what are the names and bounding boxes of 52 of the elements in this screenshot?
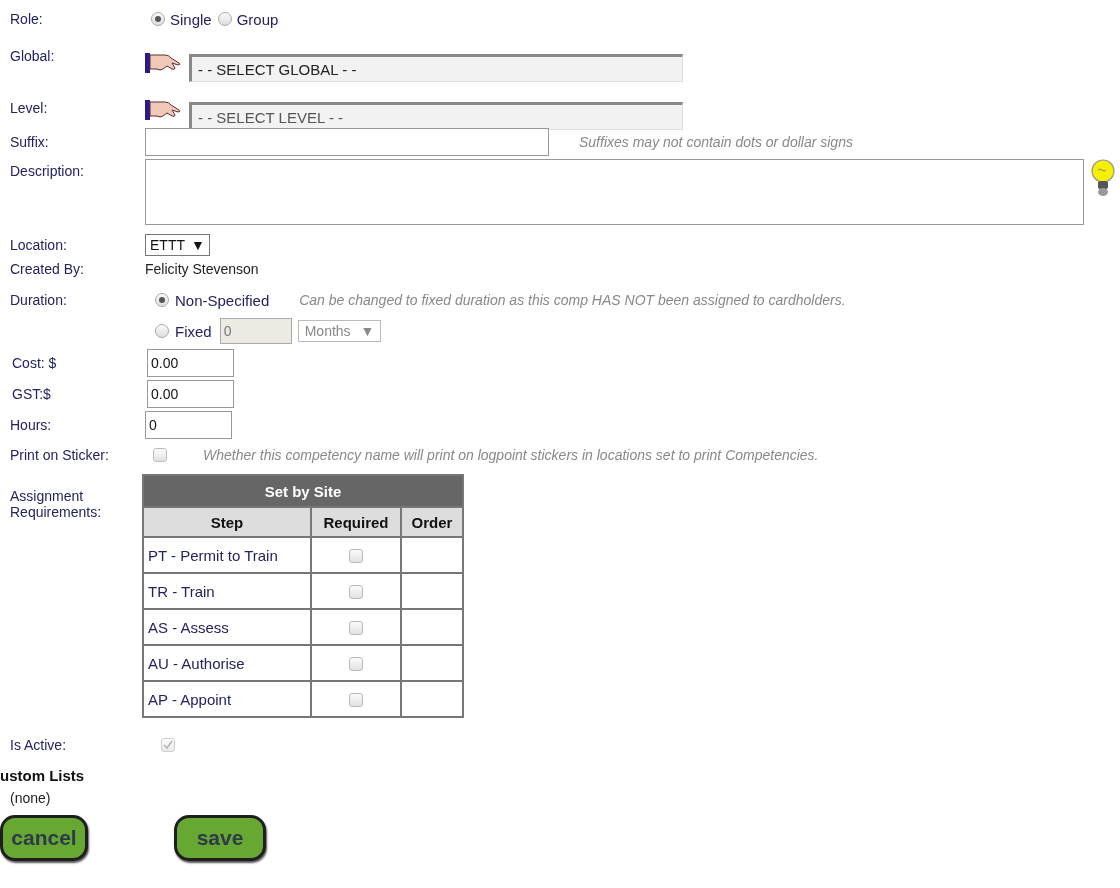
column-header: Required — [311, 507, 401, 537]
field-label: Hours: — [10, 416, 53, 433]
field-label: Description: — [10, 162, 85, 179]
field-label: Duration: — [10, 292, 68, 308]
section-title: ustom Lists — [0, 766, 85, 784]
radio-button[interactable] — [151, 12, 165, 26]
pointing-hand-icon — [145, 51, 183, 75]
checkbox[interactable] — [349, 692, 363, 707]
action-button[interactable]: save — [174, 815, 266, 861]
field-label: Print on Sticker: — [10, 447, 110, 463]
action-button[interactable]: cancel — [0, 815, 88, 861]
location-select[interactable]: ETTT ▼ — [145, 234, 210, 256]
field-label: Suffix: — [10, 134, 50, 150]
lightbulb-icon[interactable] — [1090, 159, 1116, 199]
field-label: Created By: — [10, 261, 85, 277]
hint-text: Can be changed to fixed duration as this comp HAS NOT been assigned to cardholders. — [299, 292, 846, 308]
column-header: Order — [401, 507, 463, 537]
field-label: Role: — [10, 11, 44, 27]
radio-label[interactable]: Single — [170, 10, 212, 28]
pointing-hand-icon — [145, 98, 183, 122]
checkbox[interactable] — [349, 584, 363, 599]
number-field[interactable]: 0.00 — [147, 379, 234, 408]
radio-button[interactable] — [217, 12, 232, 26]
field-label: Location: — [10, 237, 68, 253]
table-cell: AS - Assess — [143, 609, 311, 645]
number-field[interactable]: 0 — [145, 410, 232, 439]
number-field[interactable]: 0.00 — [147, 348, 234, 377]
field-label: Global: — [10, 47, 56, 64]
table-cell: AP - Appoint — [143, 681, 311, 717]
hint-text: Suffixes may not contain dots or dollar signs — [579, 134, 853, 150]
checkbox[interactable] — [349, 656, 363, 671]
text-area[interactable] — [145, 159, 1084, 225]
select-field[interactable]: - - SELECT GLOBAL - - — [189, 54, 683, 82]
text-field[interactable] — [145, 128, 549, 156]
field-label: Cost: $ — [11, 354, 58, 371]
table-cell: TR - Train — [143, 573, 311, 609]
radio-label[interactable]: Group — [236, 10, 279, 28]
empty-text: (none) — [10, 790, 51, 806]
creator-name: Felicity Stevenson — [145, 261, 259, 277]
checkbox[interactable] — [349, 620, 363, 635]
checkbox[interactable] — [349, 548, 363, 563]
table-cell: AU - Authorise — [143, 645, 311, 681]
field-label: Is Active: — [10, 737, 68, 753]
checkbox[interactable] — [153, 448, 167, 462]
table-caption: Set by Site — [143, 475, 463, 507]
hint-text: Whether this competency name will print on logpoint stickers in locations set to print Competencies. — [203, 447, 819, 463]
field-label: Assignment Requirements: — [10, 487, 103, 520]
field-label: Level: — [10, 99, 49, 116]
field-label: GST:$ — [11, 385, 52, 402]
column-header: Step — [143, 507, 311, 537]
table-cell: PT - Permit to Train — [143, 537, 311, 573]
select-field[interactable]: - - SELECT LEVEL - - — [189, 102, 683, 130]
